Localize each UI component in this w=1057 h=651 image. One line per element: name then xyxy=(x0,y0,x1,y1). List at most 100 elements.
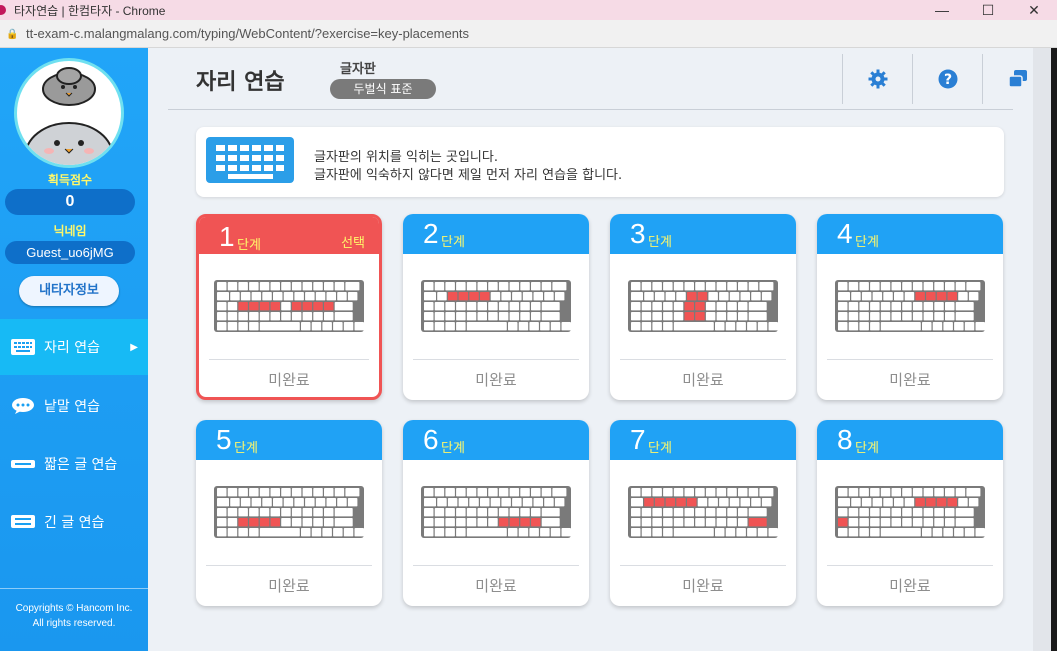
key xyxy=(727,508,737,517)
key xyxy=(838,312,848,321)
key xyxy=(945,508,955,517)
key xyxy=(333,528,343,537)
key xyxy=(281,282,291,291)
key xyxy=(531,488,541,497)
key xyxy=(880,312,891,321)
key xyxy=(663,322,673,331)
stage-header: 6 단계 xyxy=(403,420,589,460)
key xyxy=(654,292,665,301)
key xyxy=(652,282,662,291)
key xyxy=(315,498,326,507)
key xyxy=(880,528,921,537)
key xyxy=(870,508,880,517)
key xyxy=(652,488,662,497)
key xyxy=(838,488,848,497)
highlighted-key xyxy=(302,302,313,311)
my-typing-info-button[interactable]: 내타자정보 xyxy=(19,276,119,306)
stage-card-4[interactable]: 4 단계 미완료 xyxy=(817,214,1003,400)
close-button[interactable]: ✕ xyxy=(1011,0,1057,20)
key xyxy=(759,282,774,291)
key xyxy=(641,302,652,311)
highlighted-key xyxy=(695,302,705,311)
key xyxy=(249,508,259,517)
key xyxy=(466,528,507,537)
key xyxy=(445,528,455,537)
stage-card-6[interactable]: 6 단계 미완료 xyxy=(403,420,589,606)
highlighted-key xyxy=(687,292,697,301)
key xyxy=(652,312,662,321)
keyboard-preview xyxy=(214,280,364,332)
key xyxy=(259,282,270,291)
keyboard-layout-badge[interactable]: 두벌식 표준 xyxy=(330,79,436,99)
key xyxy=(870,282,880,291)
key xyxy=(870,302,880,311)
key xyxy=(251,292,262,301)
key xyxy=(652,518,662,527)
key xyxy=(520,312,530,321)
highlighted-key xyxy=(644,498,654,507)
key xyxy=(923,312,934,321)
key xyxy=(738,302,748,311)
stage-card-7[interactable]: 7 단계 미완료 xyxy=(610,420,796,606)
key xyxy=(251,498,262,507)
key xyxy=(945,518,955,527)
key xyxy=(270,508,280,517)
stage-number: 4 xyxy=(837,218,853,249)
key xyxy=(912,518,923,527)
key xyxy=(912,282,923,291)
help-button[interactable]: ? xyxy=(912,54,982,104)
url-text[interactable]: tt-exam-c.malangmalang.com/typing/WebCon… xyxy=(26,26,469,41)
highlighted-key xyxy=(665,498,676,507)
key xyxy=(217,282,227,291)
settings-button[interactable] xyxy=(842,54,912,104)
key xyxy=(955,488,966,497)
window-icon xyxy=(1007,70,1027,88)
key xyxy=(727,282,737,291)
key xyxy=(466,508,477,517)
key xyxy=(509,282,520,291)
highlighted-key xyxy=(259,518,270,527)
stage-card-8[interactable]: 8 단계 미완료 xyxy=(817,420,1003,606)
help-icon: ? xyxy=(938,69,957,89)
key xyxy=(445,518,455,527)
key xyxy=(217,498,229,507)
menu-item-word-practice[interactable]: 낱말 연습 xyxy=(0,378,148,434)
key xyxy=(424,498,436,507)
stage-unit: 단계 xyxy=(648,441,672,456)
stage-card-1[interactable]: 1 단계 선택 미완료 xyxy=(196,214,382,400)
stage-number: 7 xyxy=(630,424,646,455)
highlighted-key xyxy=(838,518,848,527)
menu-item-long-text-practice[interactable]: 긴 글 연습 xyxy=(0,494,148,550)
stage-card-5[interactable]: 5 단계 미완료 xyxy=(196,420,382,606)
window-title-bar: 타자연습 | 한컴타자 - Chrome — ☐ ✕ xyxy=(0,0,1057,20)
key xyxy=(631,312,641,321)
key xyxy=(337,498,347,507)
key xyxy=(509,488,520,497)
maximize-button[interactable]: ☐ xyxy=(965,0,1011,20)
scrollbar[interactable] xyxy=(1051,48,1057,651)
key xyxy=(305,292,315,301)
page-header: 자리 연습 글자판 두벌식 표준 ? xyxy=(168,48,1027,110)
minimize-button[interactable]: — xyxy=(919,0,965,20)
key xyxy=(477,312,487,321)
stage-status: 미완료 xyxy=(682,371,724,389)
key xyxy=(663,508,673,517)
stage-card-2[interactable]: 2 단계 미완료 xyxy=(403,214,589,400)
menu-item-key-practice[interactable]: 자리 연습 ▶ xyxy=(0,319,148,375)
key xyxy=(249,528,259,537)
key xyxy=(445,488,455,497)
key xyxy=(541,508,560,517)
keyboard-preview xyxy=(421,486,571,538)
key xyxy=(302,518,313,527)
menu-item-short-text-practice[interactable]: 짧은 글 연습 xyxy=(0,436,148,492)
key xyxy=(652,528,662,537)
stage-unit: 단계 xyxy=(441,235,465,250)
key xyxy=(488,508,498,517)
stage-card-3[interactable]: 3 단계 미완료 xyxy=(610,214,796,400)
highlighted-key xyxy=(291,302,302,311)
key xyxy=(354,322,364,331)
key xyxy=(954,322,964,331)
key xyxy=(488,282,498,291)
address-bar[interactable]: 🔒 tt-exam-c.malangmalang.com/typing/WebC… xyxy=(0,20,1057,48)
key xyxy=(716,518,727,527)
